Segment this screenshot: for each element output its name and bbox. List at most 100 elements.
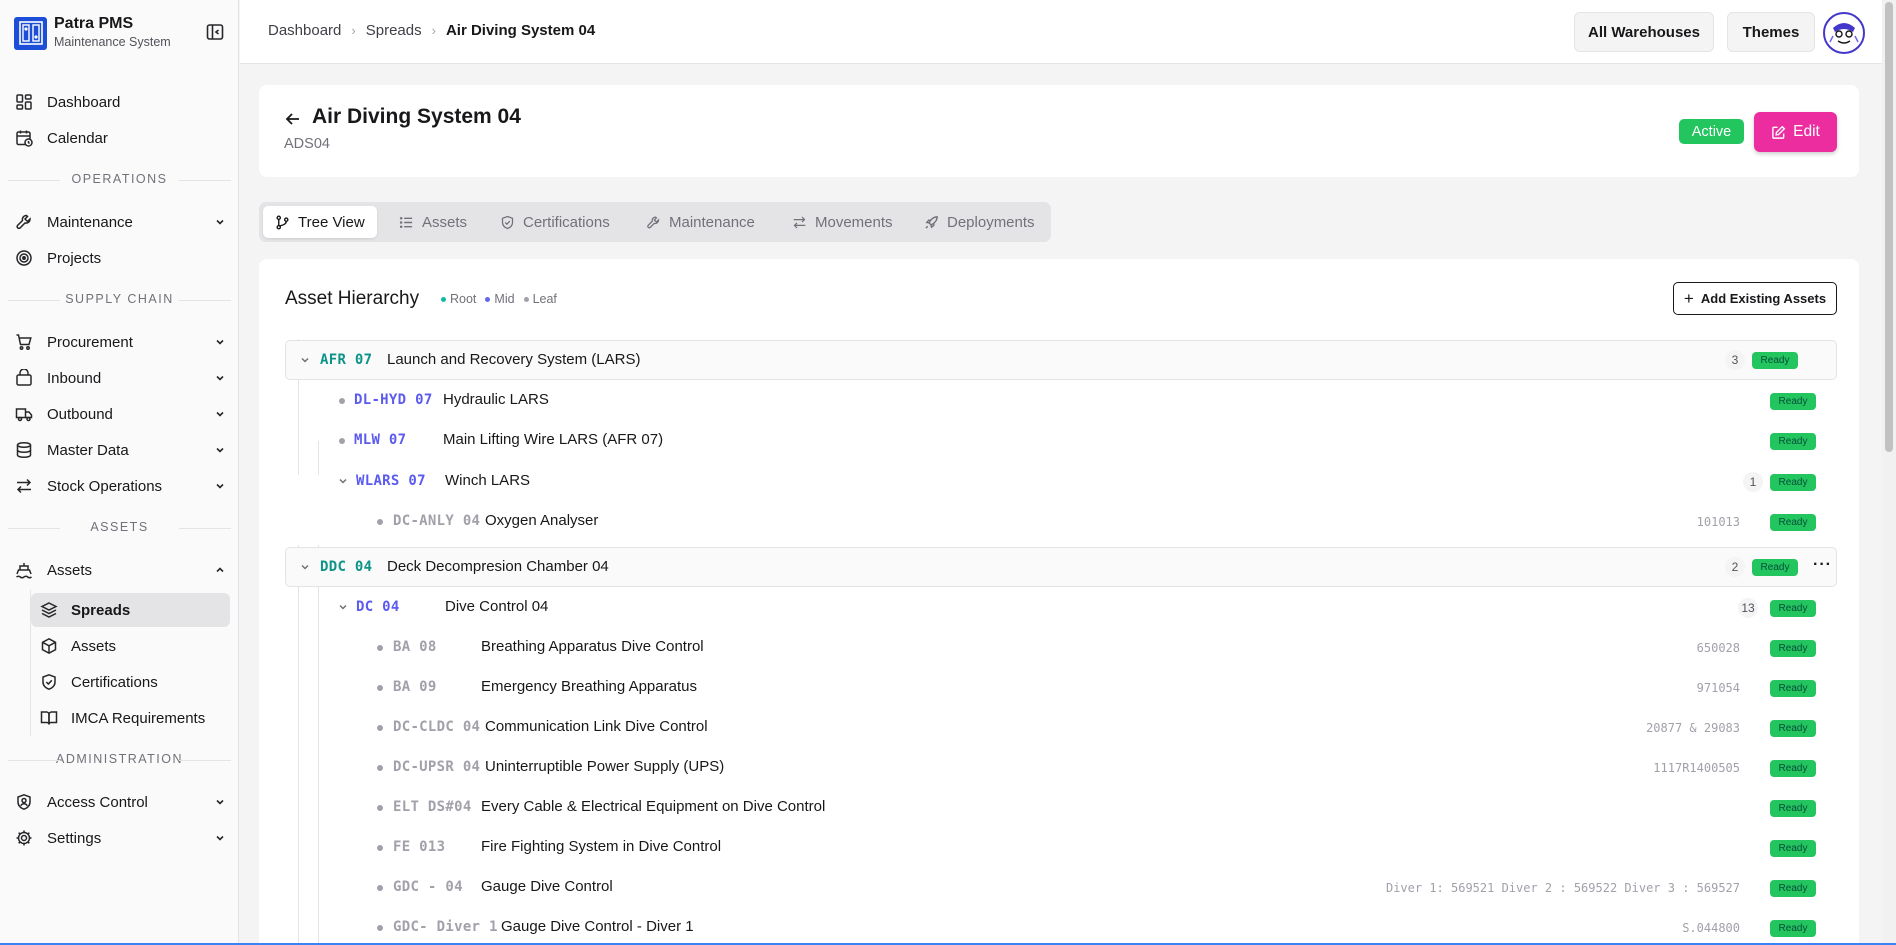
status-badge: Ready: [1770, 720, 1816, 737]
asset-code: BA 09: [393, 679, 437, 695]
topbar: Dashboard › Spreads › Air Diving System …: [240, 0, 1882, 64]
sidebar-item-inbound[interactable]: Inbound: [14, 362, 230, 394]
add-existing-assets-button[interactable]: + Add Existing Assets: [1673, 282, 1837, 315]
layers-icon: [39, 600, 59, 620]
warehouses-button[interactable]: All Warehouses: [1574, 12, 1714, 52]
breadcrumb-current: Air Diving System 04: [445, 22, 596, 39]
serial-number: 650028: [1696, 641, 1740, 655]
tab-movements[interactable]: Movements: [780, 206, 905, 238]
tree-row-mid[interactable]: DC 04 Dive Control 04 13 Ready: [285, 588, 1837, 628]
plus-icon: +: [1683, 288, 1694, 308]
sidebar-item-label: Inbound: [47, 369, 102, 387]
bullet: [339, 398, 345, 404]
database-icon: [14, 440, 34, 460]
serial-number: 971054: [1696, 681, 1740, 695]
asset-code: DDC 04: [320, 559, 373, 575]
asset-name: Hydraulic LARS: [443, 391, 549, 408]
sidebar-item-label: Certifications: [71, 673, 158, 691]
chevron-down-icon[interactable]: [299, 561, 311, 573]
brand[interactable]: Patra PMS Maintenance System: [14, 15, 171, 51]
sidebar-item-access-control[interactable]: Access Control: [14, 786, 230, 818]
asset-name: Launch and Recovery System (LARS): [387, 351, 641, 368]
status-badge: Ready: [1770, 474, 1816, 491]
tree-row[interactable]: GDC - 04 Gauge Dive Control Diver 1: 569…: [285, 868, 1837, 908]
page-scrollbar[interactable]: [1882, 0, 1896, 945]
tree-row[interactable]: BA 09 Emergency Breathing Apparatus 9710…: [285, 668, 1837, 708]
chevron-down-icon[interactable]: [337, 601, 349, 613]
breadcrumb-spreads[interactable]: Spreads: [366, 22, 422, 39]
serial-number: 20877 & 29083: [1646, 721, 1740, 735]
gear-icon: [14, 828, 34, 848]
sidebar-subitem-imca-requirements[interactable]: IMCA Requirements: [31, 701, 230, 735]
sidebar-item-calendar[interactable]: Calendar: [14, 122, 230, 154]
tab-certifications[interactable]: Certifications: [488, 206, 622, 238]
tree-row-mid[interactable]: WLARS 07 Winch LARS 1 Ready: [285, 462, 1837, 502]
themes-button[interactable]: Themes: [1727, 12, 1815, 52]
asset-name: Gauge Dive Control: [481, 878, 613, 895]
chevron-right-icon: ›: [431, 23, 436, 38]
sidebar-item-label: Calendar: [47, 129, 108, 147]
legend-label: Mid: [494, 292, 515, 306]
scrollbar-thumb[interactable]: [1885, 2, 1893, 452]
bullet: [377, 765, 383, 771]
asset-code: AFR 07: [320, 352, 373, 368]
sidebar-item-label: Stock Operations: [47, 477, 163, 495]
tree-row[interactable]: DC-ANLY 04 Oxygen Analyser 101013 Ready: [285, 502, 1837, 542]
sidebar-item-label: Assets: [47, 561, 93, 579]
sidebar-item-settings[interactable]: Settings: [14, 822, 230, 854]
tab-label: Maintenance: [669, 213, 755, 231]
tab-tree-view[interactable]: Tree View: [263, 206, 377, 238]
tab-label: Tree View: [298, 213, 365, 231]
sidebar-subitem-spreads[interactable]: Spreads: [31, 593, 230, 627]
tab-deployments[interactable]: Deployments: [912, 206, 1047, 238]
tree-row[interactable]: GDC- Diver 1 Gauge Dive Control - Diver …: [285, 908, 1837, 945]
tab-assets[interactable]: Assets: [387, 206, 479, 238]
sidebar-item-label: Outbound: [47, 405, 113, 423]
chevron-down-icon: [216, 799, 224, 805]
sidebar-item-projects[interactable]: Projects: [14, 242, 230, 274]
back-arrow-icon[interactable]: [283, 109, 303, 129]
tree-row[interactable]: DL-HYD 07 Hydraulic LARS Ready: [285, 381, 1837, 421]
more-options-icon[interactable]: ···: [1813, 556, 1832, 574]
tree-row[interactable]: MLW 07 Main Lifting Wire LARS (AFR 07) R…: [285, 421, 1837, 461]
sidebar-subitem-certifications[interactable]: Certifications: [31, 665, 230, 699]
sidebar-item-stock-operations[interactable]: Stock Operations: [14, 470, 230, 502]
sidebar-item-label: IMCA Requirements: [71, 709, 206, 727]
tree-row[interactable]: ELT DS#04 Every Cable & Electrical Equip…: [285, 788, 1837, 828]
tab-label: Assets: [422, 213, 468, 231]
asset-code: GDC- Diver 1: [393, 919, 498, 935]
legend-dot: [485, 296, 491, 302]
asset-name: Gauge Dive Control - Diver 1: [501, 918, 694, 935]
tree-row[interactable]: BA 08 Breathing Apparatus Dive Control 6…: [285, 628, 1837, 668]
book-icon: [39, 708, 59, 728]
sidebar-collapse-icon[interactable]: [205, 22, 225, 42]
edit-button[interactable]: Edit: [1754, 112, 1837, 152]
sidebar-item-outbound[interactable]: Outbound: [14, 398, 230, 430]
asset-code: DC-ANLY 04: [393, 513, 481, 529]
tree-row[interactable]: DC-UPSR 04 Uninterruptible Power Supply …: [285, 748, 1837, 788]
chevron-down-icon[interactable]: [337, 475, 349, 487]
target-icon: [14, 248, 34, 268]
avatar[interactable]: [1823, 12, 1865, 54]
tree-row-root[interactable]: AFR 07 Launch and Recovery System (LARS)…: [285, 340, 1837, 380]
section-label-assets: ASSETS: [0, 520, 239, 534]
breadcrumb-dashboard[interactable]: Dashboard: [268, 22, 341, 39]
status-badge: Ready: [1752, 352, 1798, 369]
tree-row[interactable]: FE 013 Fire Fighting System in Dive Cont…: [285, 828, 1837, 868]
sidebar-item-procurement[interactable]: Procurement: [14, 326, 230, 358]
tree-row[interactable]: DC-CLDC 04 Communication Link Dive Contr…: [285, 708, 1837, 748]
sidebar-item-master-data[interactable]: Master Data: [14, 434, 230, 466]
tree-row-root[interactable]: DDC 04 Deck Decompresion Chamber 04 2 Re…: [285, 547, 1837, 587]
sidebar-item-dashboard[interactable]: Dashboard: [14, 86, 230, 118]
chevron-down-icon[interactable]: [299, 354, 311, 366]
sidebar-item-label: Master Data: [47, 441, 129, 459]
shield-check-icon: [39, 672, 59, 692]
sidebar-item-maintenance[interactable]: Maintenance: [14, 206, 230, 238]
tab-maintenance[interactable]: Maintenance: [634, 206, 767, 238]
chevron-right-icon: ›: [351, 23, 356, 38]
branch-icon: [276, 215, 289, 229]
status-badge: Ready: [1770, 600, 1816, 617]
asset-code: MLW 07: [354, 432, 407, 448]
sidebar-item-assets[interactable]: Assets: [14, 554, 230, 586]
sidebar-subitem-assets[interactable]: Assets: [31, 629, 230, 663]
